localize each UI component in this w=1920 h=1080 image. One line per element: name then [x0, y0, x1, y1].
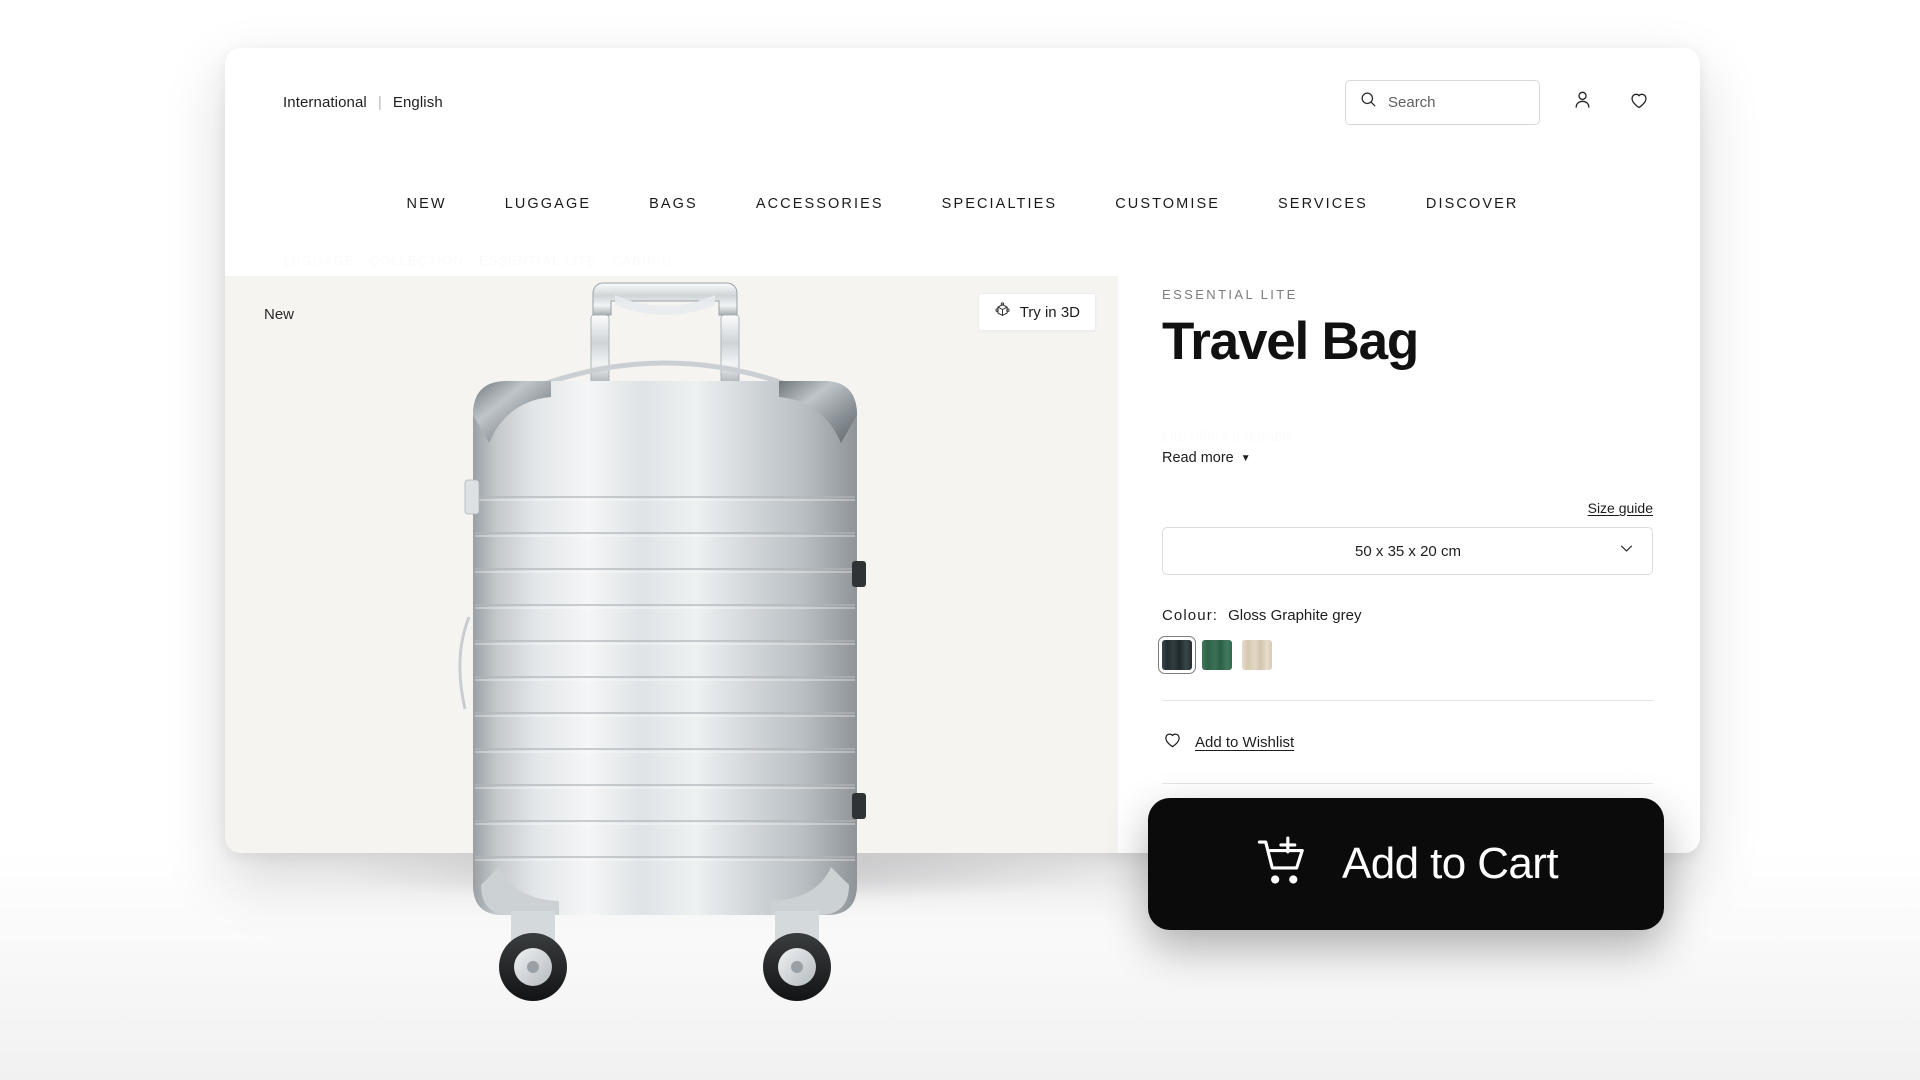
product-content: New Try in 3D ESSENTIAL LITE Travel Bag … [225, 276, 1700, 853]
search-box[interactable] [1345, 79, 1540, 125]
cart-plus-icon [1254, 833, 1312, 896]
main-content-card: International | English Search NEW LUGGA… [225, 48, 1700, 853]
add-to-wishlist-button[interactable]: Add to Wishlist [1162, 729, 1294, 755]
nav-item-specialties[interactable]: SPECIALTIES [942, 196, 1058, 212]
divider-2 [1162, 783, 1653, 785]
colour-label: Colour: [1162, 607, 1219, 625]
add-to-cart-button[interactable]: Add to Cart [1148, 798, 1664, 930]
colour-swatch-green[interactable] [1202, 640, 1232, 671]
heart-icon [1162, 729, 1183, 755]
colour-row: Colour: Gloss Graphite grey [1162, 607, 1653, 624]
language-label[interactable]: English [393, 94, 443, 111]
nav-item-bags[interactable]: BAGS [649, 196, 698, 212]
wishlist-button[interactable] [1624, 87, 1654, 117]
new-badge: New [264, 306, 295, 323]
utility-actions [1345, 79, 1654, 125]
cube-3d-icon [994, 302, 1011, 323]
read-more-toggle[interactable]: Read more ▼ [1162, 450, 1251, 466]
product-description: Lite offers a durable [1162, 428, 1295, 446]
size-guide-link[interactable]: Size guide [1588, 500, 1653, 516]
add-to-cart-label: Add to Cart [1342, 839, 1559, 888]
size-select[interactable]: 50 x 35 x 20 cm [1162, 527, 1653, 576]
size-guide-row: Size guide [1162, 500, 1653, 516]
region-label[interactable]: International [283, 94, 367, 111]
locale-divider: | [377, 93, 382, 111]
product-details: ESSENTIAL LITE Travel Bag Lite offers a … [1118, 276, 1700, 853]
user-icon [1572, 89, 1593, 115]
colour-swatch-beige[interactable] [1242, 640, 1272, 671]
search-input[interactable] [1388, 93, 1525, 111]
try-in-3d-button[interactable]: Try in 3D [977, 293, 1096, 331]
page-title: Travel Bag [1162, 312, 1419, 371]
nav-item-accessories[interactable]: ACCESSORIES [756, 196, 884, 212]
add-to-wishlist-label: Add to Wishlist [1195, 733, 1295, 751]
product-collection: ESSENTIAL LITE [1162, 287, 1298, 302]
read-more-label: Read more [1162, 450, 1234, 467]
divider-1 [1162, 700, 1653, 702]
chevron-down-icon: ▼ [1240, 452, 1251, 464]
utility-bar: International | English [225, 48, 1700, 156]
colour-selected-name: Gloss Graphite grey [1228, 607, 1362, 625]
product-detail-page: International | English Search NEW LUGGA… [0, 0, 1920, 1080]
colour-swatch-graphite[interactable] [1158, 636, 1196, 675]
nav-item-new[interactable]: NEW [407, 196, 447, 212]
nav-item-customise[interactable]: CUSTOMISE [1115, 196, 1220, 212]
colour-swatches [1158, 636, 1653, 675]
size-select-value: 50 x 35 x 20 cm [1355, 542, 1461, 560]
try-in-3d-label: Try in 3D [1019, 303, 1080, 321]
heart-icon [1628, 89, 1650, 116]
nav-item-luggage[interactable]: LUGGAGE [505, 196, 591, 212]
account-button[interactable] [1567, 87, 1597, 117]
locale-selector[interactable]: International | English [283, 94, 443, 111]
nav-item-services[interactable]: SERVICES [1278, 196, 1368, 212]
main-navigation: NEW LUGGAGE BAGS ACCESSORIES SPECIALTIES… [225, 196, 1700, 212]
chevron-down-icon [1617, 539, 1636, 563]
nav-item-discover[interactable]: DISCOVER [1426, 196, 1519, 212]
product-image-suitcase [458, 282, 866, 1001]
search-icon [1360, 91, 1377, 113]
